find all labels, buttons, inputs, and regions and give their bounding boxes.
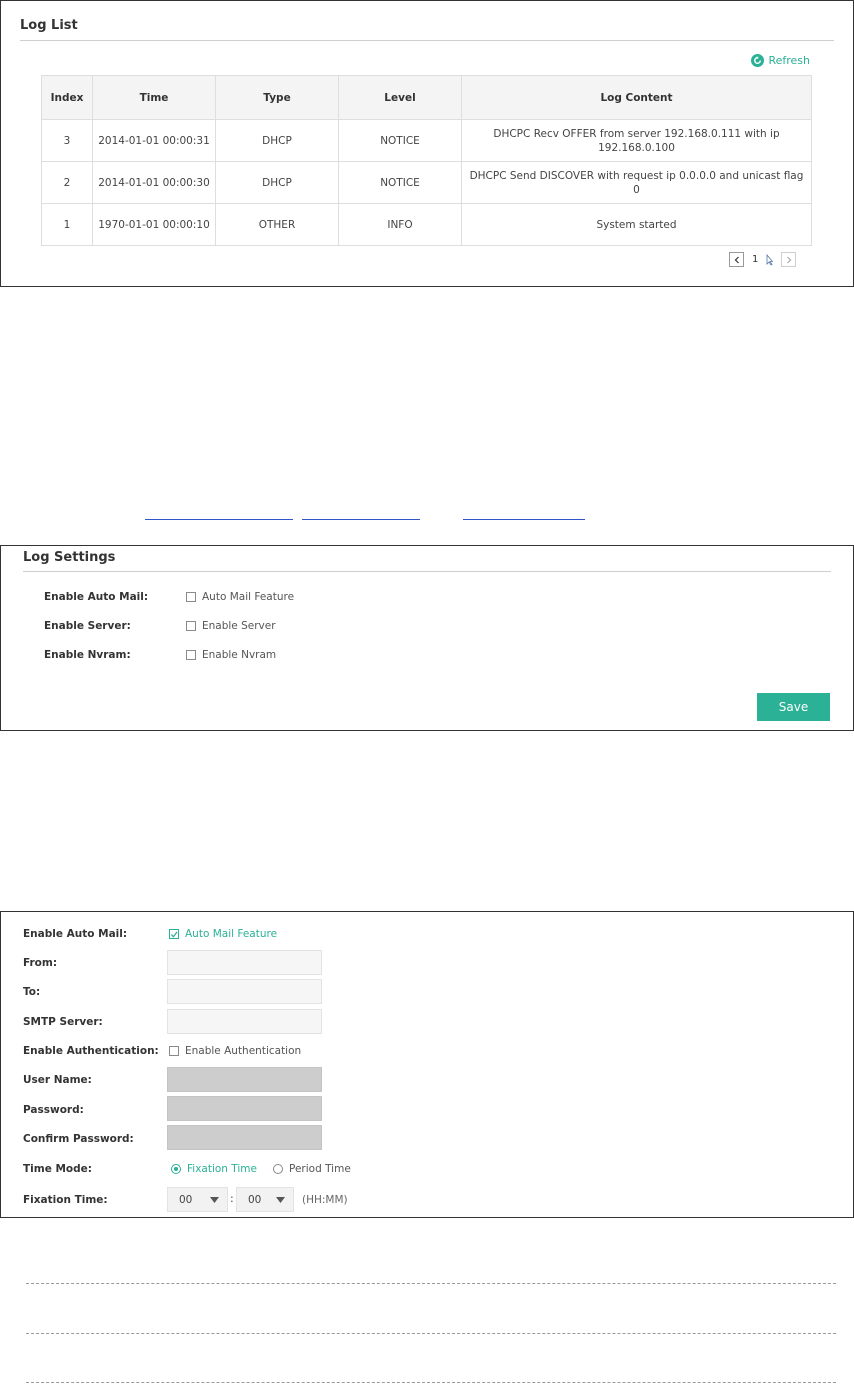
dashed-divider bbox=[26, 1283, 836, 1284]
cell-index: 1 bbox=[41, 203, 93, 246]
column-header-time: Time bbox=[92, 75, 216, 120]
dashed-divider bbox=[26, 1382, 836, 1383]
to-input[interactable] bbox=[167, 979, 322, 1004]
table-row: 1 1970-01-01 00:00:10 OTHER INFO System … bbox=[41, 203, 812, 246]
minute-select[interactable]: 00 bbox=[236, 1187, 294, 1212]
cell-log-content: System started bbox=[461, 203, 812, 246]
confirm-password-label: Confirm Password: bbox=[23, 1133, 134, 1145]
from-label: From: bbox=[23, 957, 58, 969]
confirm-password-input[interactable] bbox=[167, 1125, 322, 1150]
chevron-right-icon bbox=[786, 256, 792, 263]
title-divider bbox=[20, 40, 834, 41]
hour-value: 00 bbox=[179, 1193, 193, 1206]
log-list-panel: Log List Refresh Index Time Type Level L… bbox=[0, 0, 854, 287]
cell-type: OTHER bbox=[215, 203, 339, 246]
checkbox-label: Enable Nvram bbox=[202, 649, 277, 661]
dropdown-arrow-icon bbox=[276, 1196, 285, 1203]
minute-value: 00 bbox=[248, 1193, 262, 1206]
link-underline bbox=[145, 519, 293, 520]
password-label: Password: bbox=[23, 1104, 84, 1116]
radio-icon[interactable] bbox=[273, 1164, 283, 1174]
log-list-title: Log List bbox=[20, 18, 78, 33]
radio-label: Period Time bbox=[289, 1163, 351, 1175]
time-format-hint: (HH:MM) bbox=[302, 1194, 348, 1206]
checkbox-checked-icon[interactable] bbox=[169, 929, 179, 939]
prev-page-button[interactable] bbox=[729, 252, 744, 267]
cell-log-content: DHCPC Recv OFFER from server 192.168.0.1… bbox=[461, 119, 812, 162]
cell-index: 3 bbox=[41, 119, 93, 162]
fixation-time-radio[interactable]: Fixation Time bbox=[171, 1163, 257, 1175]
cell-level: NOTICE bbox=[338, 161, 462, 204]
cursor-icon bbox=[766, 253, 774, 266]
current-page-number[interactable]: 1 bbox=[752, 254, 758, 265]
checkbox-label: Enable Server bbox=[202, 620, 276, 632]
log-table: Index Time Type Level Log Content 3 2014… bbox=[41, 75, 812, 246]
column-header-index: Index bbox=[41, 75, 93, 120]
column-header-level: Level bbox=[338, 75, 462, 120]
log-settings-panel: Log Settings Enable Auto Mail: Auto Mail… bbox=[0, 545, 854, 731]
from-input[interactable] bbox=[167, 950, 322, 975]
auto-mail-feature-checkbox[interactable]: Auto Mail Feature bbox=[169, 928, 277, 940]
cell-level: NOTICE bbox=[338, 119, 462, 162]
cell-log-content: DHCPC Send DISCOVER with request ip 0.0.… bbox=[461, 161, 812, 204]
user-name-label: User Name: bbox=[23, 1074, 92, 1086]
refresh-button[interactable]: Refresh bbox=[751, 54, 810, 67]
title-divider bbox=[23, 571, 831, 572]
radio-label: Fixation Time bbox=[187, 1163, 257, 1175]
checkbox-label: Auto Mail Feature bbox=[185, 928, 278, 940]
time-separator: : bbox=[230, 1192, 234, 1205]
column-header-log-content: Log Content bbox=[461, 75, 812, 120]
password-input[interactable] bbox=[167, 1096, 322, 1121]
enable-nvram-checkbox[interactable]: Enable Nvram bbox=[186, 649, 276, 661]
link-underline bbox=[463, 519, 585, 520]
radio-selected-icon[interactable] bbox=[171, 1164, 181, 1174]
checkbox-icon[interactable] bbox=[186, 621, 196, 631]
save-button[interactable]: Save bbox=[757, 693, 830, 721]
enable-authentication-checkbox[interactable]: Enable Authentication bbox=[169, 1045, 301, 1057]
chevron-left-icon bbox=[734, 256, 739, 263]
refresh-icon bbox=[751, 54, 765, 67]
table-row: 3 2014-01-01 00:00:31 DHCP NOTICE DHCPC … bbox=[41, 119, 812, 162]
enable-server-checkbox[interactable]: Enable Server bbox=[186, 620, 276, 632]
enable-authentication-label: Enable Authentication: bbox=[23, 1045, 159, 1057]
checkmark-icon bbox=[170, 930, 178, 938]
checkbox-label: Enable Authentication bbox=[185, 1045, 302, 1057]
smtp-server-label: SMTP Server: bbox=[23, 1016, 103, 1028]
cell-index: 2 bbox=[41, 161, 93, 204]
pagination: 1 bbox=[729, 252, 797, 267]
checkbox-icon[interactable] bbox=[186, 650, 196, 660]
cell-type: DHCP bbox=[215, 119, 339, 162]
refresh-label: Refresh bbox=[768, 54, 810, 67]
enable-nvram-label: Enable Nvram: bbox=[44, 649, 131, 661]
user-name-input[interactable] bbox=[167, 1067, 322, 1092]
link-underline bbox=[302, 519, 420, 520]
enable-server-label: Enable Server: bbox=[44, 620, 131, 632]
time-mode-label: Time Mode: bbox=[23, 1163, 92, 1175]
table-header-row: Index Time Type Level Log Content bbox=[41, 75, 812, 120]
dropdown-arrow-icon bbox=[210, 1196, 219, 1203]
checkbox-icon[interactable] bbox=[186, 592, 196, 602]
enable-auto-mail-label: Enable Auto Mail: bbox=[23, 928, 128, 940]
log-settings-title: Log Settings bbox=[23, 550, 116, 565]
enable-auto-mail-label: Enable Auto Mail: bbox=[44, 591, 149, 603]
smtp-server-input[interactable] bbox=[167, 1009, 322, 1034]
period-time-radio[interactable]: Period Time bbox=[273, 1163, 351, 1175]
auto-mail-settings-panel: Enable Auto Mail: Auto Mail Feature From… bbox=[0, 911, 854, 1218]
checkbox-label: Auto Mail Feature bbox=[202, 591, 295, 603]
fixation-time-label: Fixation Time: bbox=[23, 1194, 108, 1206]
column-header-type: Type bbox=[215, 75, 339, 120]
next-page-button[interactable] bbox=[781, 252, 797, 267]
cell-time: 1970-01-01 00:00:10 bbox=[92, 203, 216, 246]
cell-type: DHCP bbox=[215, 161, 339, 204]
cell-level: INFO bbox=[338, 203, 462, 246]
cell-time: 2014-01-01 00:00:31 bbox=[92, 119, 216, 162]
checkbox-icon[interactable] bbox=[169, 1046, 179, 1056]
dashed-divider bbox=[26, 1333, 836, 1334]
auto-mail-feature-checkbox[interactable]: Auto Mail Feature bbox=[186, 591, 294, 603]
table-row: 2 2014-01-01 00:00:30 DHCP NOTICE DHCPC … bbox=[41, 161, 812, 204]
hour-select[interactable]: 00 bbox=[167, 1187, 228, 1212]
to-label: To: bbox=[23, 986, 41, 998]
cell-time: 2014-01-01 00:00:30 bbox=[92, 161, 216, 204]
